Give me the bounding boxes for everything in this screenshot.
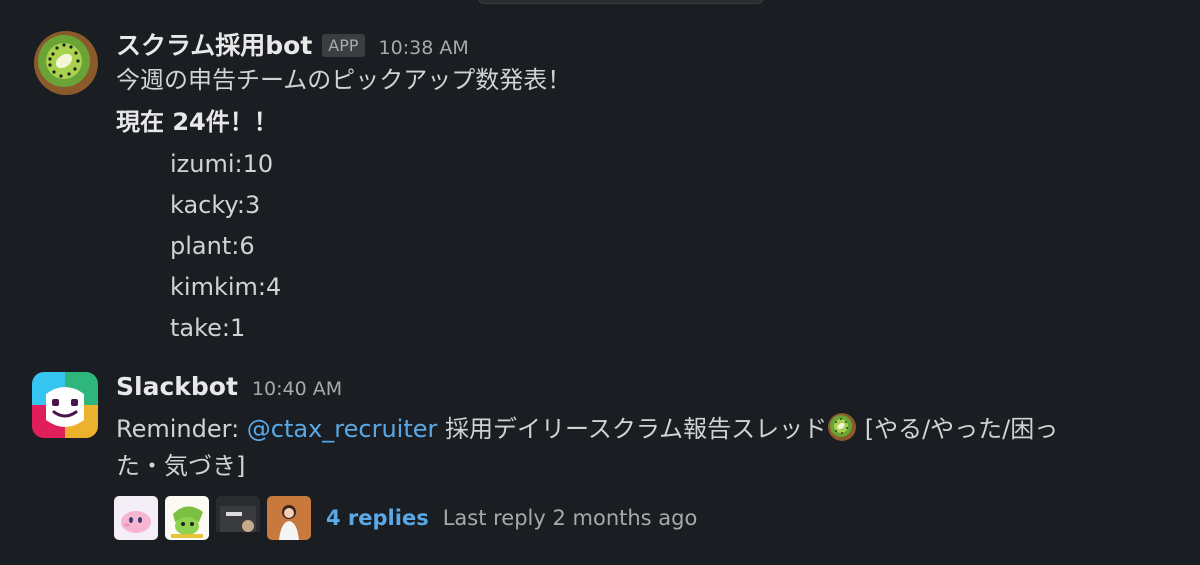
reminder-text: Reminder: @ctax_recruiter 採用デイリースクラム報告スレ… [116,412,1058,444]
count-item: plant:6 [170,232,255,260]
kiwi-icon [827,412,857,442]
count-item: kimkim:4 [170,273,282,301]
message-total-text: 現在 24件！！ [116,108,278,136]
last-reply-time: Last reply 2 months ago [442,506,698,530]
slackbot-icon[interactable] [32,372,98,438]
reminder-suffix: [やる/やった/困っ [857,415,1059,443]
count-item: izumi:10 [170,150,274,178]
count-item: kacky:3 [170,191,261,219]
timestamp[interactable]: 10:40 AM [252,378,342,400]
reminder-thread-title: 採用デイリースクラム報告スレッド [437,415,828,443]
kiwi-icon[interactable] [33,30,99,96]
reminder-prefix: Reminder: [116,415,247,443]
author-name[interactable]: Slackbot [116,372,238,401]
timestamp[interactable]: 10:38 AM [379,37,469,59]
green-character-avatar[interactable] [165,496,209,540]
reminder-text-line2: た・気づき] [116,452,246,480]
freee-shirt-avatar[interactable] [216,496,260,540]
count-item: take:1 [170,314,246,342]
person-avatar[interactable] [267,496,311,540]
top-scroll-handle [478,0,764,4]
message-intro-text: 今週の申告チームのピックアップ数発表！ [116,66,572,94]
app-badge: APP [322,34,365,57]
message-header: Slackbot 10:40 AM [116,372,342,401]
author-name[interactable]: スクラム採用bot [116,26,312,62]
reply-count-link[interactable]: 4 replies [326,506,429,530]
message-header: スクラム採用bot APP 10:38 AM [116,26,469,62]
thread-replies-bar[interactable]: 4 replies Last reply 2 months ago [114,496,697,540]
pink-blob-avatar[interactable] [114,496,158,540]
user-mention-link[interactable]: @ctax_recruiter [247,415,438,443]
